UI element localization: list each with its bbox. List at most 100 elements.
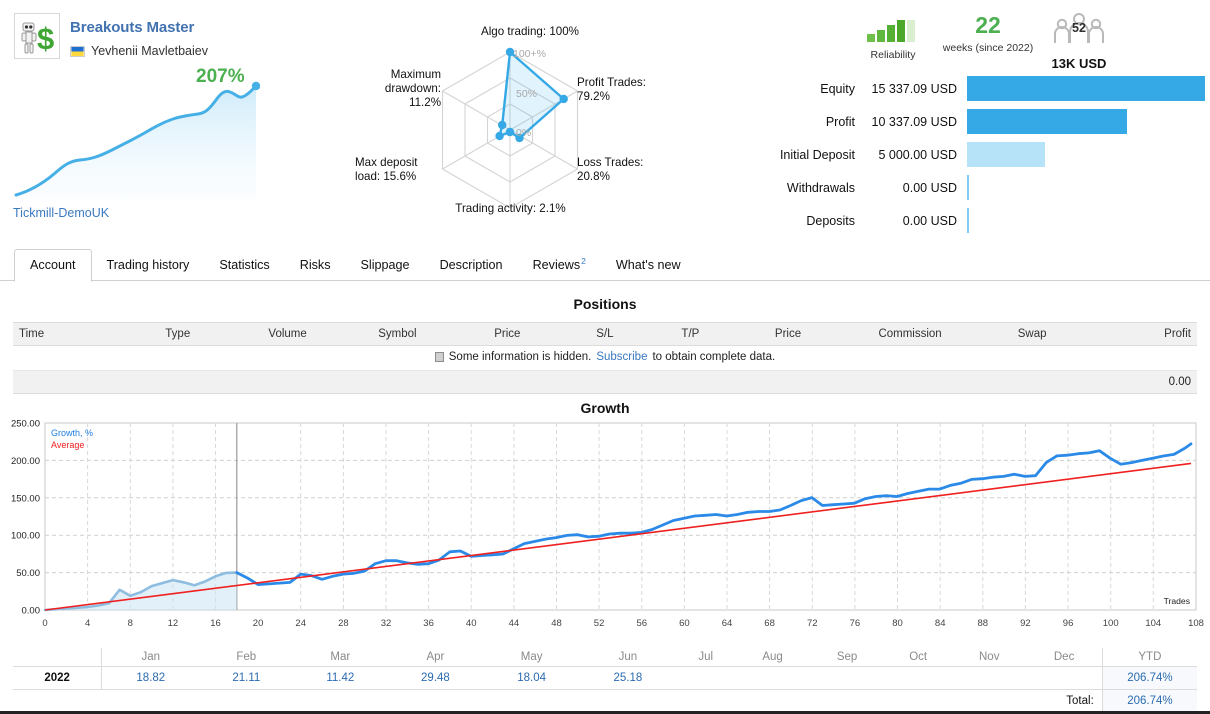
radar-chart: 100+% 50% 0% Algo trading: 100% Profit T…	[355, 12, 675, 224]
account-stats: Equity 15 337.09 USD Profit 10 337.09 US…	[760, 76, 1205, 241]
radar-ring-label-0: 0%	[516, 127, 531, 139]
stat-bar-area	[967, 109, 1205, 134]
month-header-aug: Aug	[735, 648, 810, 667]
weeks-caption: weeks (since 2022)	[942, 42, 1034, 54]
tab-label: Risks	[299, 258, 331, 272]
mini-growth-chart	[14, 81, 260, 201]
xtick-20: 20	[253, 618, 264, 629]
reliability-badge: Reliability	[862, 18, 924, 61]
tab-label: Slippage	[360, 258, 410, 272]
stat-bar-area	[967, 208, 1205, 233]
radar-label-loss-trades-line1: Loss Trades:	[577, 156, 644, 169]
tab-label: Trading history	[106, 258, 190, 272]
cell-mar[interactable]: 11.42	[293, 666, 388, 690]
radar-label-trading-activity: Trading activity: 2.1%	[455, 202, 566, 215]
radar-label-profit-trades-line2: 79.2%	[577, 90, 610, 103]
stat-value: 10 337.09 USD	[871, 114, 957, 129]
weeks-value: 22	[975, 12, 1001, 38]
col-sl[interactable]: S/L	[562, 322, 648, 346]
stat-bar-area	[967, 76, 1205, 101]
growth-x-tick-labels: 0 4 8 12 16 20 24 28 32 36 40 44 48 52 5…	[42, 618, 1204, 629]
signal-logo: $	[14, 13, 60, 59]
month-header-jan: Jan	[101, 648, 200, 667]
tab-account[interactable]: Account	[14, 249, 92, 282]
positions-hidden-cell: Some information is hidden. Subscribe to…	[13, 345, 1197, 371]
cell-may[interactable]: 18.04	[483, 666, 580, 690]
tab-label: Description	[439, 258, 503, 272]
signal-author[interactable]: Yevhenii Mavletbaiev	[91, 44, 208, 58]
xtick-44: 44	[509, 618, 520, 629]
col-volume[interactable]: Volume	[232, 322, 343, 346]
radar-label-drawdown-line1: Maximum	[390, 68, 441, 81]
xtick-28: 28	[338, 618, 349, 629]
xtick-72: 72	[807, 618, 818, 629]
xtick-60: 60	[679, 618, 690, 629]
positions-table-head: Time Type Volume Symbol Price S/L T/P Pr…	[13, 322, 1197, 346]
positions-title: Positions	[573, 296, 637, 312]
cell-jul	[675, 666, 736, 690]
tab-trading-history[interactable]: Trading history	[92, 250, 205, 281]
xtick-52: 52	[594, 618, 605, 629]
col-profit[interactable]: Profit	[1087, 322, 1197, 346]
radar-label-max-deposit-load-line2: load: 15.6%	[355, 170, 417, 183]
stat-value: 5 000.00 USD	[878, 147, 957, 162]
col-swap[interactable]: Swap	[977, 322, 1088, 346]
tab-description[interactable]: Description	[425, 250, 518, 281]
broker-link[interactable]: Tickmill-DemoUK	[13, 206, 109, 220]
stat-label: Profit	[825, 114, 855, 129]
col-price-close[interactable]: Price	[733, 322, 843, 346]
signal-title[interactable]: Breakouts Master	[70, 19, 194, 36]
hidden-note: Some information is hidden. Subscribe to…	[434, 351, 776, 363]
cell-apr[interactable]: 29.48	[387, 666, 484, 690]
cell-sep	[809, 666, 885, 690]
xtick-4: 4	[85, 618, 90, 629]
tab-risks[interactable]: Risks	[285, 250, 346, 281]
xtick-64: 64	[722, 618, 733, 629]
hidden-text-2: to obtain complete data.	[652, 351, 776, 363]
stat-row-equity: Equity 15 337.09 USD	[760, 76, 1205, 101]
mini-chart-area	[16, 86, 256, 201]
positions-table-body: Some information is hidden. Subscribe to…	[13, 345, 1197, 394]
xtick-88: 88	[978, 618, 989, 629]
ukraine-flag-icon	[70, 45, 85, 57]
stat-value: 15 337.09 USD	[871, 81, 957, 96]
col-commission[interactable]: Commission	[842, 322, 978, 346]
col-price-open[interactable]: Price	[452, 322, 563, 346]
tab-slippage[interactable]: Slippage	[346, 250, 425, 281]
tab-reviews[interactable]: Reviews2	[518, 248, 601, 281]
cell-jun[interactable]: 25.18	[579, 666, 676, 690]
col-time[interactable]: Time	[13, 322, 123, 346]
ytick-50: 50.00	[16, 568, 40, 579]
tab-whats-new[interactable]: What's new	[601, 250, 696, 281]
growth-chart-title: Growth	[580, 400, 630, 416]
cell-jan[interactable]: 18.82	[101, 666, 200, 690]
positions-total-row: 0.00	[13, 370, 1197, 394]
tab-statistics[interactable]: Statistics	[204, 250, 284, 281]
cell-feb[interactable]: 21.11	[199, 666, 294, 690]
xtick-0: 0	[42, 618, 47, 629]
radar-svg: 100+% 50% 0%	[441, 47, 579, 209]
months-total-row: Total: 206.74%	[13, 689, 1197, 712]
legend-average: Average	[51, 440, 84, 450]
stat-row-withdrawals: Withdrawals 0.00 USD	[760, 175, 1205, 200]
stat-label: Deposits	[806, 213, 855, 228]
svg-text:$: $	[37, 21, 54, 56]
xtick-84: 84	[935, 618, 946, 629]
col-type[interactable]: Type	[122, 322, 233, 346]
subscribe-link[interactable]: Subscribe	[596, 351, 647, 363]
table-row: 2022 18.82 21.11 11.42 29.48 18.04 25.18…	[13, 666, 1197, 690]
radar-label-drawdown-line3: 11.2%	[408, 96, 441, 109]
tab-reviews-count: 2	[581, 255, 586, 266]
month-header-mar: Mar	[293, 648, 388, 667]
positions-hidden-row: Some information is hidden. Subscribe to…	[13, 345, 1197, 371]
col-symbol[interactable]: Symbol	[342, 322, 453, 346]
months-body: 2022 18.82 21.11 11.42 29.48 18.04 25.18…	[13, 666, 1197, 712]
ytick-0: 0.00	[22, 606, 41, 617]
radar-label-algo-trading: Algo trading: 100%	[481, 25, 579, 38]
xtick-68: 68	[764, 618, 775, 629]
ytick-150: 150.00	[11, 493, 40, 504]
mini-chart-endpoint	[251, 81, 260, 91]
col-tp[interactable]: T/P	[647, 322, 734, 346]
month-header-apr: Apr	[387, 648, 484, 667]
months-year-header	[13, 648, 103, 667]
